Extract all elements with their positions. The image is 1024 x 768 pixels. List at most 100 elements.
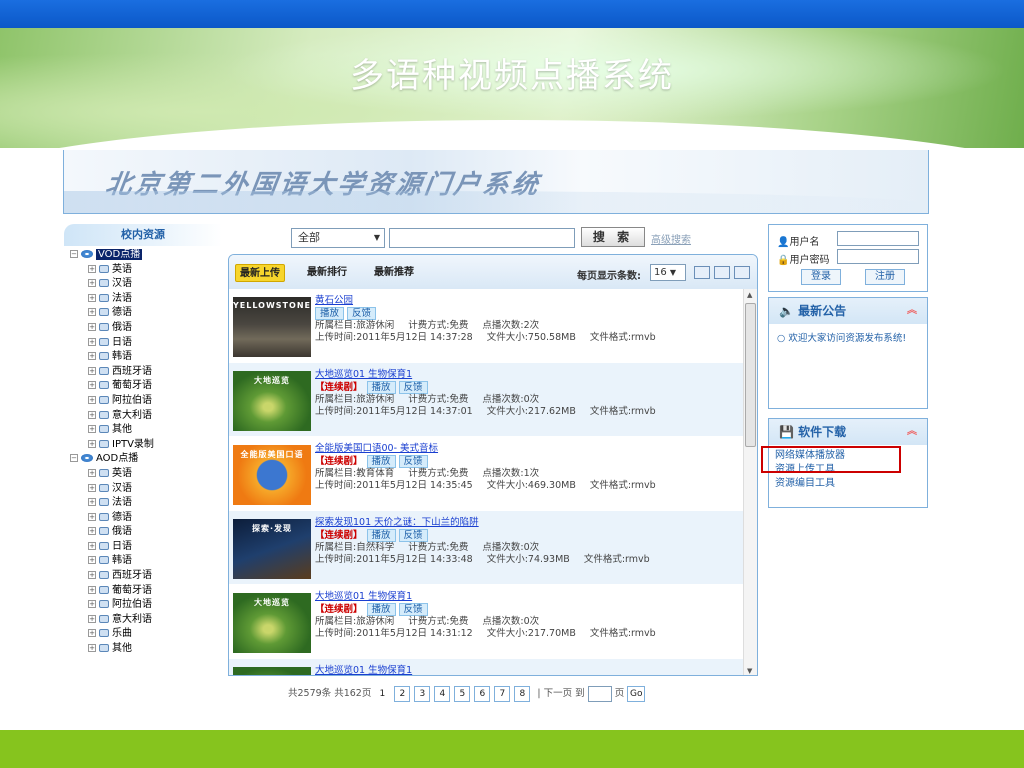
scrollbar-thumb[interactable]: [745, 303, 756, 447]
video-title-link[interactable]: 大地巡览01 生物保育1: [315, 591, 739, 603]
page-link[interactable]: 6: [474, 686, 491, 702]
video-title-link[interactable]: 探索发现101 天价之谜：下山兰的陷阱: [315, 517, 739, 529]
goto-page-input[interactable]: [587, 685, 612, 702]
feedback-button[interactable]: 反馈: [347, 307, 377, 320]
password-input[interactable]: [837, 249, 919, 264]
video-thumbnail[interactable]: 全能版美国口语: [233, 445, 311, 505]
expand-icon[interactable]: +: [88, 629, 96, 638]
expand-icon[interactable]: +: [88, 644, 96, 653]
go-button[interactable]: Go: [627, 686, 646, 702]
tree-item[interactable]: + 西班牙语: [64, 569, 222, 584]
search-input[interactable]: [389, 228, 575, 248]
video-title-link[interactable]: 大地巡览01 生物保育1: [315, 665, 739, 675]
detail-view-icon[interactable]: [734, 266, 750, 279]
expand-icon[interactable]: +: [88, 337, 96, 346]
feedback-button[interactable]: 反馈: [398, 381, 428, 394]
tree-item[interactable]: + 葡萄牙语: [64, 379, 222, 394]
expand-icon[interactable]: +: [88, 614, 96, 623]
expand-icon[interactable]: +: [88, 293, 96, 302]
scroll-up-icon[interactable]: ▲: [747, 291, 752, 299]
expand-icon[interactable]: +: [88, 571, 96, 580]
video-title-link[interactable]: 全能版美国口语00- 美式音标: [315, 443, 739, 455]
expand-icon[interactable]: +: [88, 556, 96, 565]
tree-item[interactable]: + 俄语: [64, 321, 222, 336]
play-button[interactable]: 播放: [366, 455, 396, 468]
tree-item[interactable]: + 阿拉伯语: [64, 394, 222, 409]
advanced-search-link[interactable]: 高级搜索: [651, 231, 691, 246]
tab-latest-recommend[interactable]: 最新推荐: [374, 264, 414, 282]
tree-item[interactable]: + IPTV录制: [64, 438, 222, 453]
expand-icon[interactable]: +: [88, 585, 96, 594]
tree-item[interactable]: + 阿拉伯语: [64, 598, 222, 613]
tree-item[interactable]: + 俄语: [64, 525, 222, 540]
tree-item[interactable]: + 意大利语: [64, 613, 222, 628]
expand-icon[interactable]: +: [88, 395, 96, 404]
list-view-icon[interactable]: [694, 266, 710, 279]
feedback-button[interactable]: 反馈: [398, 529, 428, 542]
notice-item[interactable]: ○ 欢迎大家访问资源发布系统!: [769, 324, 927, 354]
tree-item[interactable]: + 法语: [64, 496, 222, 511]
scroll-down-icon[interactable]: ▼: [747, 667, 752, 675]
tree-item[interactable]: + 德语: [64, 306, 222, 321]
play-button[interactable]: 播放: [366, 529, 396, 542]
login-button[interactable]: 登录: [801, 269, 841, 285]
list-scrollbar[interactable]: ▲ ▼: [743, 289, 757, 675]
tree-item[interactable]: + 葡萄牙语: [64, 584, 222, 599]
expand-icon[interactable]: +: [88, 425, 96, 434]
collapse-icon[interactable]: −: [70, 454, 78, 463]
play-button[interactable]: 播放: [366, 603, 396, 616]
video-thumbnail[interactable]: 探索·发现: [233, 519, 311, 579]
expand-icon[interactable]: +: [88, 512, 96, 521]
tree-item[interactable]: + 其他: [64, 642, 222, 657]
expand-icon[interactable]: +: [88, 308, 96, 317]
register-button[interactable]: 注册: [865, 269, 905, 285]
collapse-icon[interactable]: ︽: [907, 419, 917, 445]
video-thumbnail[interactable]: 大地巡览: [233, 593, 311, 653]
tree-item[interactable]: + 西班牙语: [64, 365, 222, 380]
tree-item[interactable]: + 汉语: [64, 277, 222, 292]
expand-icon[interactable]: +: [88, 483, 96, 492]
page-link[interactable]: 5: [454, 686, 471, 702]
tree-item[interactable]: + 日语: [64, 336, 222, 351]
tree-item[interactable]: + 乐曲: [64, 627, 222, 642]
page-link[interactable]: 7: [494, 686, 511, 702]
page-link[interactable]: 2: [394, 686, 411, 702]
tree-item[interactable]: + 英语: [64, 467, 222, 482]
expand-icon[interactable]: +: [88, 366, 96, 375]
expand-icon[interactable]: +: [88, 410, 96, 419]
expand-icon[interactable]: +: [88, 279, 96, 288]
expand-icon[interactable]: +: [88, 352, 96, 361]
tree-item[interactable]: + 日语: [64, 540, 222, 555]
collapse-icon[interactable]: ︽: [907, 298, 917, 324]
feedback-button[interactable]: 反馈: [398, 603, 428, 616]
play-button[interactable]: 播放: [315, 307, 345, 320]
page-link[interactable]: 3: [414, 686, 431, 702]
tree-item[interactable]: + 德语: [64, 511, 222, 526]
expand-icon[interactable]: +: [88, 498, 96, 507]
page-link[interactable]: 4: [434, 686, 451, 702]
expand-icon[interactable]: +: [88, 468, 96, 477]
video-title-link[interactable]: 大地巡览01 生物保育1: [315, 369, 739, 381]
play-button[interactable]: 播放: [366, 381, 396, 394]
collapse-icon[interactable]: −: [70, 250, 78, 258]
expand-icon[interactable]: +: [88, 541, 96, 550]
tree-group[interactable]: − VOD点播: [64, 248, 222, 263]
expand-icon[interactable]: +: [88, 439, 96, 448]
tree-item[interactable]: + 韩语: [64, 554, 222, 569]
tree-item[interactable]: + 英语: [64, 263, 222, 278]
tree-item[interactable]: + 意大利语: [64, 409, 222, 424]
tab-latest-upload[interactable]: 最新上传: [235, 264, 285, 282]
video-title-link[interactable]: 黄石公园: [315, 295, 739, 307]
video-thumbnail[interactable]: [233, 667, 311, 675]
grid-view-icon[interactable]: [714, 266, 730, 279]
tree-group[interactable]: − AOD点播: [64, 452, 222, 467]
expand-icon[interactable]: +: [88, 600, 96, 609]
tree-group-label[interactable]: VOD点播: [96, 249, 143, 260]
video-thumbnail[interactable]: YELLOWSTONE: [233, 297, 311, 357]
tree-item[interactable]: + 汉语: [64, 482, 222, 497]
expand-icon[interactable]: +: [88, 264, 96, 273]
page-link[interactable]: 8: [514, 686, 531, 702]
search-scope-select[interactable]: 全部 ▼: [291, 228, 385, 248]
search-button[interactable]: 搜 索: [581, 227, 645, 247]
download-link[interactable]: 资源编目工具: [775, 477, 921, 491]
